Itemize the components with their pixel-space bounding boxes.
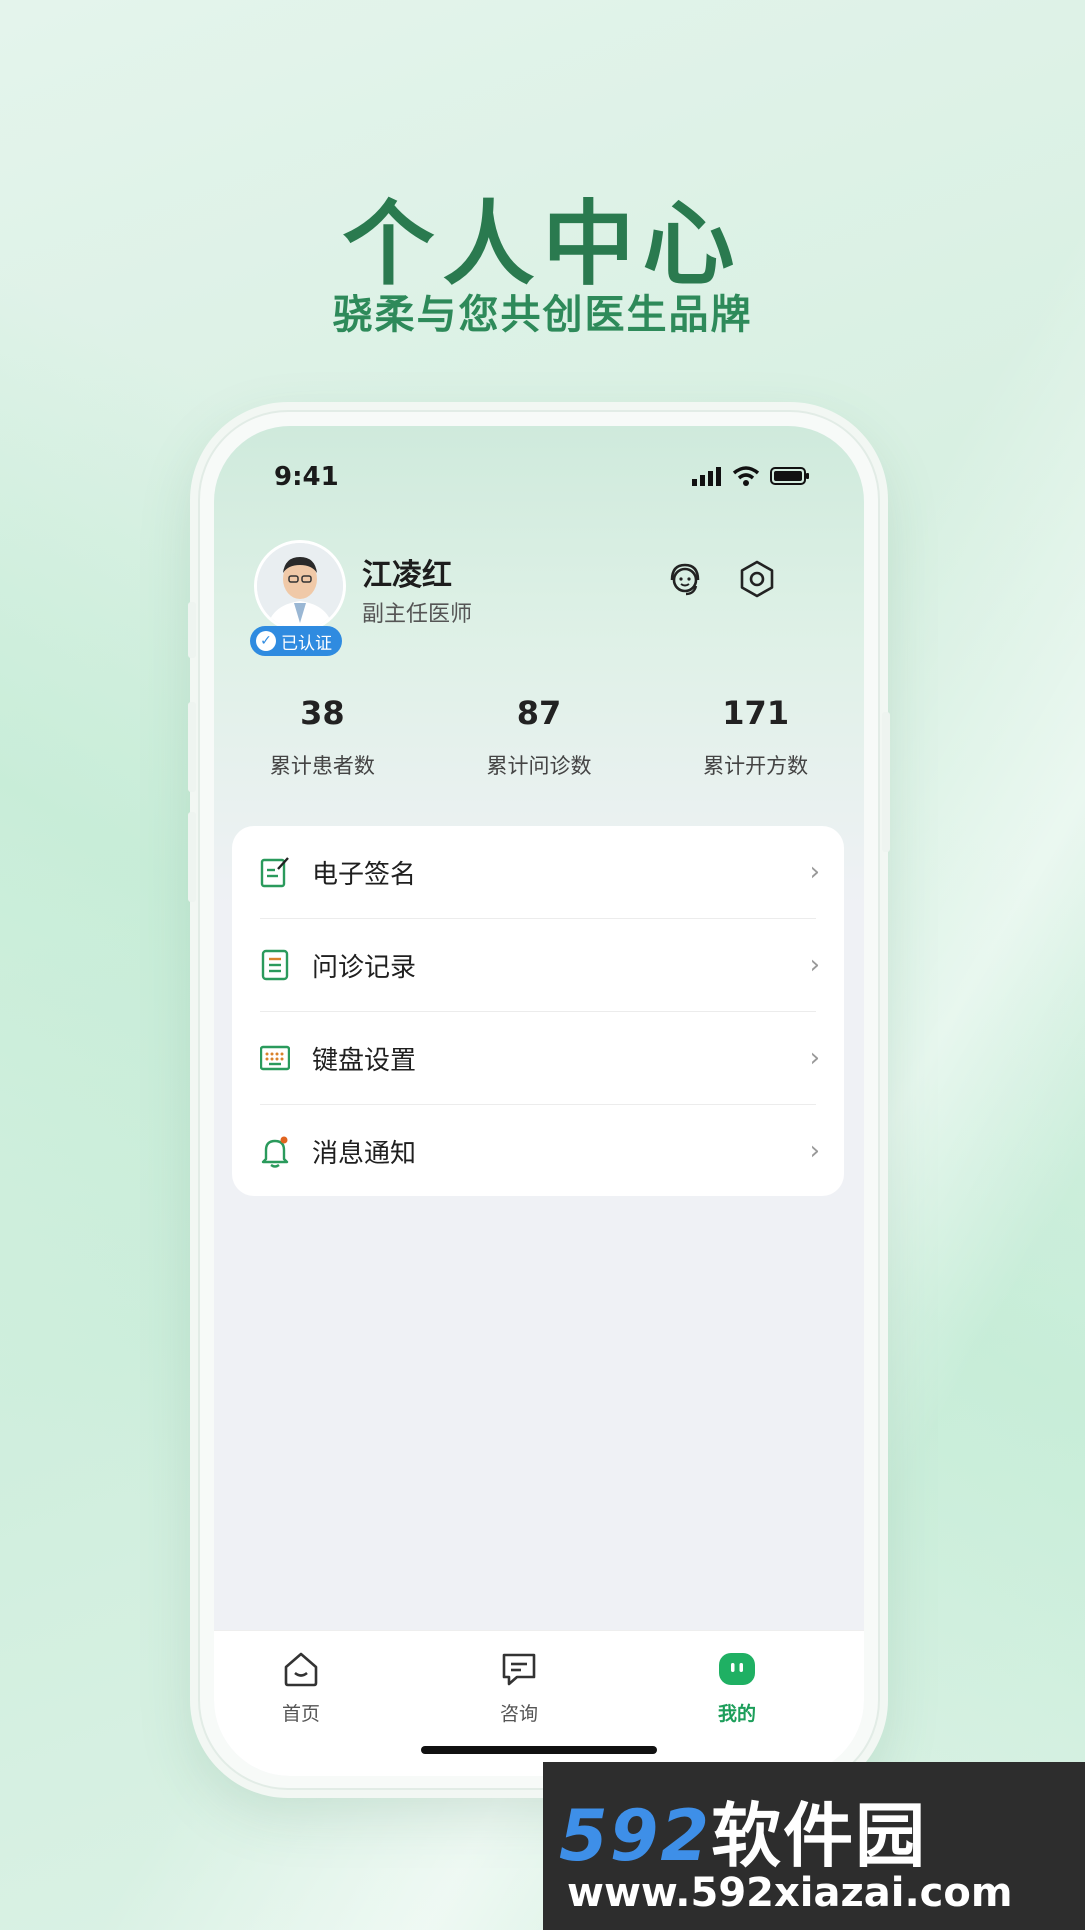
watermark: 592软件园 www.592xiazai.com (543, 1762, 1085, 1930)
doctor-photo (257, 543, 343, 629)
menu-item-notifications[interactable]: 消息通知 › (232, 1105, 844, 1197)
phone-volume-down-button (188, 812, 196, 902)
chevron-right-icon: › (809, 857, 820, 887)
phone-frame: 9:41 ✓ 已认证 江凌红 副主任医师 38 累计患者数 87 累计问诊数 1… (188, 410, 890, 1790)
bell-icon (261, 1136, 289, 1168)
menu-item-label: 电子签名 (312, 859, 417, 890)
verified-badge: ✓ 已认证 (250, 626, 342, 656)
battery-icon (770, 467, 809, 485)
stat-value: 38 (300, 694, 345, 732)
profile-tab-icon (719, 1653, 755, 1685)
signature-icon (260, 857, 289, 888)
customer-service-icon[interactable] (664, 558, 706, 600)
watermark-brand-cn: 软件园 (711, 1795, 928, 1877)
status-icons (692, 466, 810, 486)
tab-mine[interactable]: 我的 (687, 1649, 787, 1726)
tab-label: 我的 (717, 1703, 756, 1725)
verified-label: 已认证 (281, 633, 332, 654)
doctor-title: 副主任医师 (362, 602, 473, 627)
settings-gear-icon[interactable] (736, 558, 778, 600)
verified-check-icon: ✓ (256, 631, 276, 651)
menu-item-label: 键盘设置 (312, 1045, 417, 1076)
wifi-icon (732, 466, 760, 486)
record-icon (261, 949, 289, 981)
doctor-name: 江凌红 (362, 558, 452, 593)
tab-bar: 首页 咨询 我的 (214, 1630, 864, 1776)
menu-item-label: 消息通知 (312, 1138, 417, 1169)
stat-prescriptions[interactable]: 171 累计开方数 (647, 694, 864, 780)
phone-mute-button (188, 602, 196, 658)
phone-volume-up-button (188, 702, 196, 792)
chat-icon (502, 1653, 536, 1686)
tab-consult[interactable]: 咨询 (469, 1649, 569, 1726)
stat-label: 累计问诊数 (486, 754, 592, 778)
tab-label: 首页 (281, 1703, 320, 1725)
menu-item-keyboard[interactable]: 键盘设置 › (232, 1012, 844, 1104)
watermark-brand-number: 592 (559, 1795, 712, 1877)
menu-item-label: 问诊记录 (312, 952, 417, 983)
avatar[interactable] (254, 540, 346, 632)
tab-home[interactable]: 首页 (251, 1649, 351, 1726)
watermark-brand: 592软件园 (559, 1780, 927, 1881)
stat-patients[interactable]: 38 累计患者数 (214, 694, 431, 780)
stat-label: 累计患者数 (269, 754, 375, 778)
promo-subtitle: 骁柔与您共创医生品牌 (332, 292, 753, 338)
status-time: 9:41 (274, 462, 339, 492)
signal-icon (692, 467, 721, 486)
home-indicator (421, 1746, 657, 1754)
chevron-right-icon: › (809, 1136, 820, 1166)
app-screen: 9:41 ✓ 已认证 江凌红 副主任医师 38 累计患者数 87 累计问诊数 1… (214, 426, 864, 1776)
chevron-right-icon: › (809, 1043, 820, 1073)
phone-power-button (882, 712, 890, 852)
tab-label: 咨询 (499, 1703, 538, 1725)
home-icon (284, 1652, 318, 1687)
stats-row: 38 累计患者数 87 累计问诊数 171 累计开方数 (214, 694, 864, 780)
chevron-right-icon: › (809, 950, 820, 980)
menu-card: 电子签名 › 问诊记录 › 键盘设置 › 消息通知 › (232, 826, 844, 1196)
stat-value: 87 (516, 694, 562, 732)
menu-item-records[interactable]: 问诊记录 › (232, 919, 844, 1011)
stat-consultations[interactable]: 87 累计问诊数 (431, 694, 648, 780)
keyboard-icon (260, 1045, 290, 1071)
menu-item-signature[interactable]: 电子签名 › (232, 826, 844, 918)
watermark-url: www.592xiazai.com (567, 1870, 1013, 1916)
stat-label: 累计开方数 (703, 754, 809, 778)
stat-value: 171 (722, 694, 790, 732)
